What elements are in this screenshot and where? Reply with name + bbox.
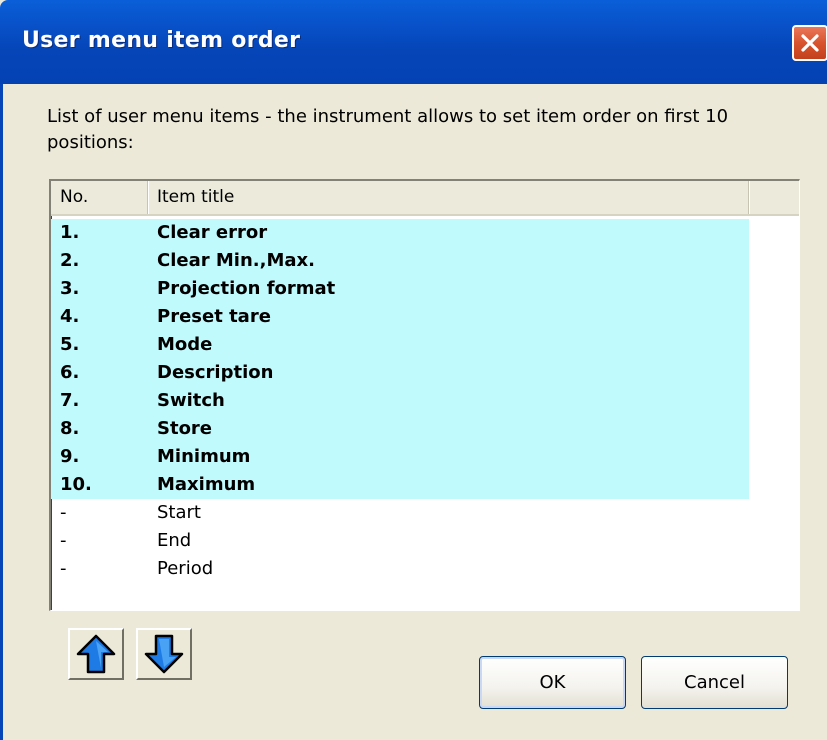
column-header-empty[interactable] bbox=[749, 181, 799, 214]
row-item-title: End bbox=[157, 530, 192, 551]
menu-items-list[interactable]: No. Item title 1. Clear error 2. Clear Min.… bbox=[49, 179, 800, 611]
list-row[interactable]: 2. Clear Min.,Max. bbox=[51, 247, 749, 275]
row-number: 4. bbox=[60, 306, 80, 327]
row-item-title: Period bbox=[157, 558, 214, 579]
row-number: - bbox=[60, 558, 67, 579]
row-number: 10. bbox=[60, 474, 92, 495]
row-item-title: Description bbox=[157, 362, 274, 383]
list-row[interactable]: 4. Preset tare bbox=[51, 303, 749, 331]
arrow-down-icon bbox=[144, 634, 184, 674]
row-number: 5. bbox=[60, 334, 80, 355]
list-header: No. Item title bbox=[51, 181, 799, 216]
row-number: - bbox=[60, 502, 67, 523]
dialog-title: User menu item order bbox=[22, 28, 301, 53]
row-item-title: Mode bbox=[157, 334, 213, 355]
title-bar[interactable]: User menu item order bbox=[0, 0, 827, 84]
row-number: 9. bbox=[60, 446, 80, 467]
row-number: - bbox=[60, 530, 67, 551]
row-item-title: Minimum bbox=[157, 446, 251, 467]
close-icon bbox=[801, 34, 819, 52]
dialog-window: User menu item order List of user menu i… bbox=[0, 0, 827, 740]
close-button[interactable] bbox=[792, 25, 827, 61]
list-row[interactable]: 8. Store bbox=[51, 415, 749, 443]
column-header-item-title[interactable]: Item title bbox=[148, 181, 749, 214]
row-number: 2. bbox=[60, 250, 80, 271]
list-row[interactable]: 10. Maximum bbox=[51, 471, 749, 499]
row-item-title: Store bbox=[157, 418, 213, 439]
list-body: 1. Clear error 2. Clear Min.,Max. 3. Projecti… bbox=[51, 219, 799, 583]
row-item-title: Clear Min.,Max. bbox=[157, 250, 315, 271]
list-row[interactable]: 9. Minimum bbox=[51, 443, 749, 471]
list-row[interactable]: 1. Clear error bbox=[51, 219, 749, 247]
list-row[interactable]: 3. Projection format bbox=[51, 275, 749, 303]
list-row[interactable]: 7. Switch bbox=[51, 387, 749, 415]
ok-button[interactable]: OK bbox=[479, 656, 626, 709]
row-item-title: Switch bbox=[157, 390, 225, 411]
move-down-button[interactable] bbox=[136, 628, 192, 680]
row-item-title: Preset tare bbox=[157, 306, 271, 327]
row-item-title: Projection format bbox=[157, 278, 336, 299]
list-row[interactable]: - End bbox=[51, 527, 799, 555]
list-row[interactable]: 6. Description bbox=[51, 359, 749, 387]
row-item-title: Start bbox=[157, 502, 201, 523]
cancel-button[interactable]: Cancel bbox=[641, 656, 788, 709]
row-number: 7. bbox=[60, 390, 80, 411]
row-item-title: Clear error bbox=[157, 222, 268, 243]
row-number: 6. bbox=[60, 362, 80, 383]
list-row[interactable]: - Period bbox=[51, 555, 799, 583]
description-text: List of user menu items - the instrument… bbox=[47, 106, 729, 153]
arrow-up-icon bbox=[76, 634, 116, 674]
list-row[interactable]: - Start bbox=[51, 499, 799, 527]
row-number: 8. bbox=[60, 418, 80, 439]
row-item-title: Maximum bbox=[157, 474, 256, 495]
column-header-no[interactable]: No. bbox=[51, 181, 148, 214]
list-row[interactable]: 5. Mode bbox=[51, 331, 749, 359]
row-number: 3. bbox=[60, 278, 80, 299]
row-number: 1. bbox=[60, 222, 80, 243]
move-up-button[interactable] bbox=[68, 628, 124, 680]
